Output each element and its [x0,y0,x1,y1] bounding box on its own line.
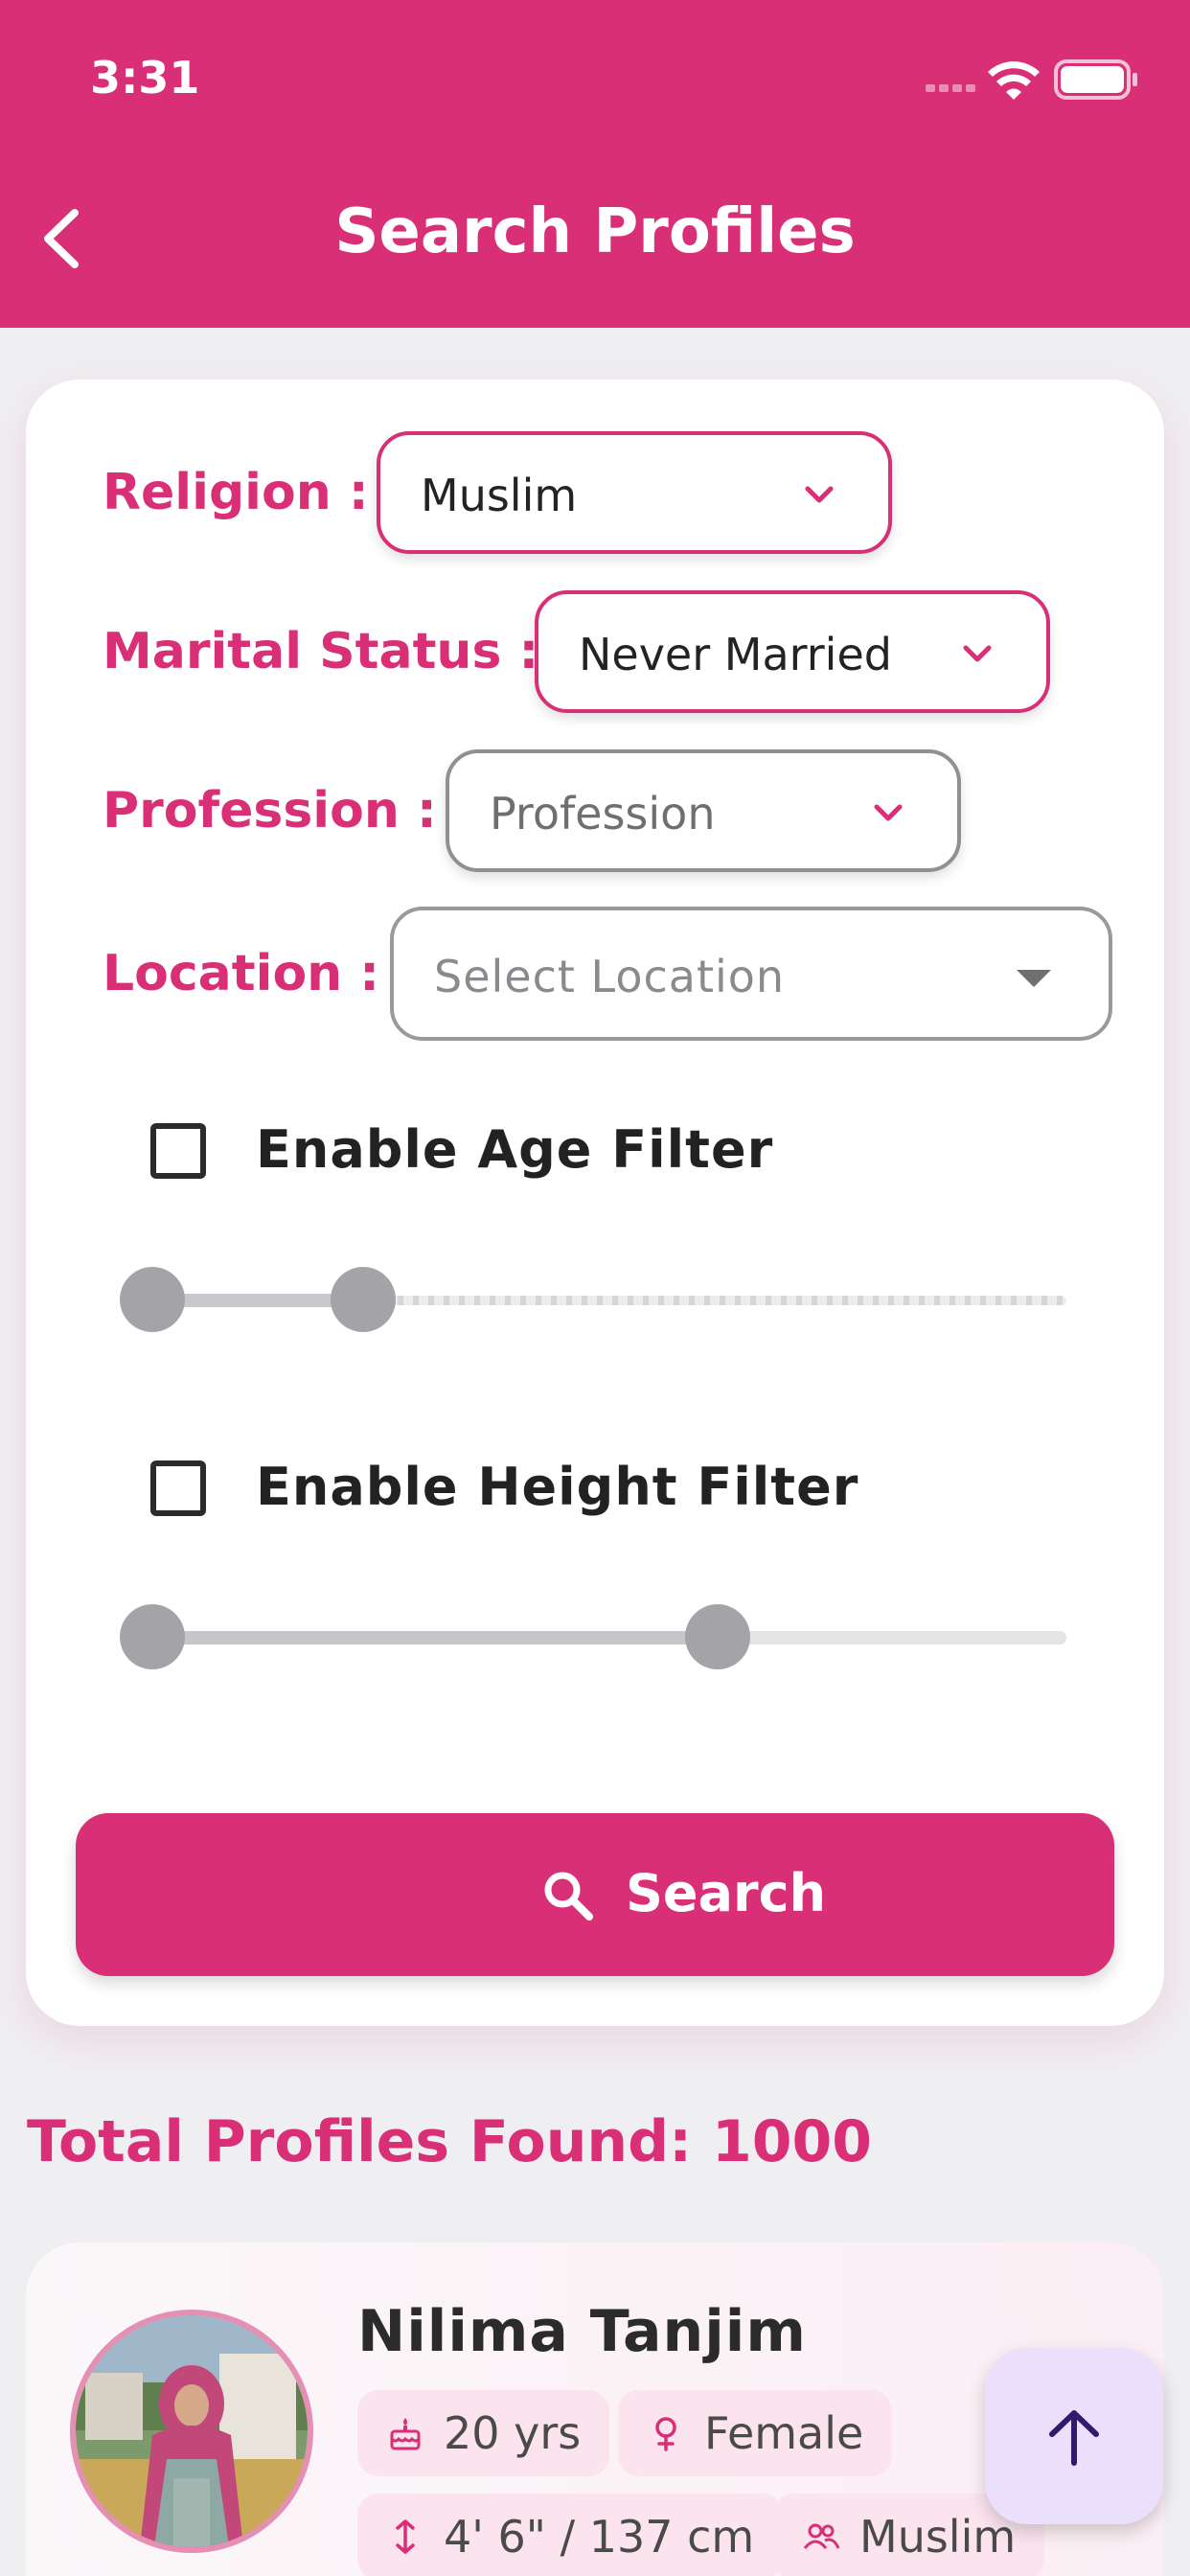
page-title: Search Profiles [334,196,856,267]
profession-value: Profession [490,788,716,840]
gender-value: Female [704,2407,864,2459]
avatar [70,2310,313,2553]
height-value: 4' 6" / 137 cm [444,2511,755,2563]
height-filter-checkbox[interactable] [150,1460,206,1516]
total-profiles-found: Total Profiles Found: 1000 [27,2108,872,2175]
age-value: 20 yrs [444,2407,582,2459]
search-button[interactable]: Search [76,1813,1114,1976]
profession-label: Profession : [103,782,437,840]
height-slider-min-handle[interactable] [120,1604,185,1669]
app-bar: 3:31 Search Profiles [0,0,1190,328]
height-chip: 4' 6" / 137 cm [357,2494,784,2576]
religion-label: Religion : [103,464,369,521]
dropdown-arrow-icon [1017,970,1051,987]
search-button-label: Search [626,1863,827,1923]
scroll-to-top-button[interactable] [985,2348,1163,2524]
arrow-up-icon [1049,2410,1099,2466]
location-dropdown[interactable]: Select Location [390,907,1112,1041]
age-filter-checkbox[interactable] [150,1123,206,1179]
location-label: Location : [103,945,380,1002]
chevron-down-icon [874,804,903,821]
female-icon [655,2417,676,2451]
religion-dropdown[interactable]: Muslim [377,431,892,554]
profession-dropdown[interactable]: Profession [446,749,961,872]
height-icon [396,2519,415,2554]
search-filters-card: Religion : Muslim Marital Status : Never… [26,380,1164,2026]
marital-status-value: Never Married [579,629,892,680]
status-icons [926,59,1137,100]
chevron-down-icon [963,645,992,662]
search-icon [544,1872,593,1920]
marital-status-dropdown[interactable]: Never Married [535,590,1050,713]
people-icon [803,2523,840,2549]
age-filter-label: Enable Age Filter [256,1119,774,1180]
religion-value: Muslim [421,470,578,521]
height-filter-label: Enable Height Filter [256,1457,859,1517]
marital-status-label: Marital Status : [103,623,539,680]
age-slider-max-handle[interactable] [331,1267,396,1332]
height-slider-max-handle[interactable] [685,1604,750,1669]
religion-value: Muslim [859,2511,1017,2563]
age-chip: 20 yrs [357,2390,610,2476]
chevron-down-icon [805,486,834,503]
age-slider-min-handle[interactable] [120,1267,185,1332]
location-placeholder: Select Location [434,951,786,1002]
cake-icon [390,2418,421,2450]
profile-name: Nilima Tanjim [357,2298,807,2365]
status-time: 3:31 [90,52,200,104]
height-slider-active-range [152,1631,718,1644]
gender-chip: Female [618,2390,893,2476]
